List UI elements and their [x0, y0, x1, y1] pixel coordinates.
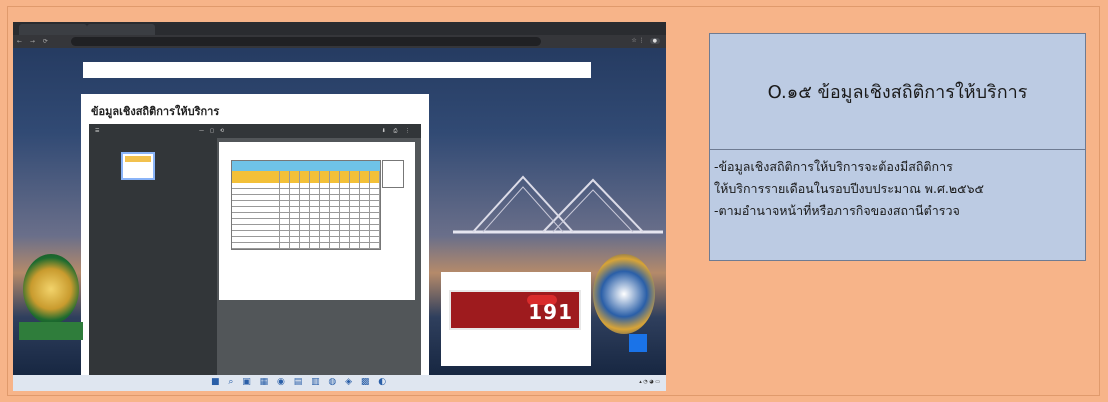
- info-box: O.๑๕ ข้อมูลเชิงสถิติการให้บริการ -ข้อมูล…: [709, 33, 1086, 261]
- site-search-input[interactable]: [83, 62, 591, 78]
- scroll-top-button[interactable]: [629, 334, 647, 352]
- content-card: ข้อมูลเชิงสถิติการให้บริการ ☰ — ▢ ⟲ ⬇ ⎙ …: [81, 94, 429, 391]
- pdf-page: [219, 142, 415, 300]
- system-tray[interactable]: ▴ ◔ ◕ ▭: [639, 379, 660, 385]
- page-thumbnail[interactable]: [121, 152, 155, 180]
- browser-tab[interactable]: [87, 24, 155, 35]
- statistics-table: [231, 160, 382, 250]
- bridge-illustration: [453, 175, 663, 234]
- thumbnail-pane: [89, 138, 217, 391]
- zoom-controls[interactable]: — ▢ ⟲: [199, 124, 226, 138]
- download-print-icons[interactable]: ⬇ ⎙ ⋮: [382, 124, 413, 138]
- hotline-banner-card[interactable]: 191: [441, 272, 591, 366]
- profile-button[interactable]: ●: [649, 38, 660, 44]
- pdf-viewer: ☰ — ▢ ⟲ ⬇ ⎙ ⋮: [89, 124, 421, 391]
- police-emblem-left: [23, 254, 79, 324]
- pdf-toolbar: ☰ — ▢ ⟲ ⬇ ⎙ ⋮: [89, 124, 421, 138]
- emblem-ribbon: [19, 322, 83, 340]
- side-table: [382, 160, 404, 188]
- hotline-banner[interactable]: 191: [449, 290, 581, 330]
- info-line: -ข้อมูลเชิงสถิติการให้บริการจะต้องมีสถิต…: [714, 159, 953, 174]
- browser-tab[interactable]: [19, 24, 87, 35]
- toolbar-icons[interactable]: ☆ ⋮ ●: [631, 37, 660, 44]
- police-emblem-right: [593, 254, 655, 334]
- info-box-body: -ข้อมูลเชิงสถิติการให้บริการจะต้องมีสถิต…: [714, 156, 1076, 222]
- info-line: -ตามอำนาจหน้าที่หรือภารกิจของสถานีตำรวจ: [714, 203, 960, 218]
- info-box-title: O.๑๕ ข้อมูลเชิงสถิติการให้บริการ: [710, 34, 1085, 150]
- hotline-number: 191: [528, 300, 573, 324]
- windows-taskbar: ■ ⌕ ▣ ▦ ◉ ▤ ▥ ◍ ◈ ▩ ◐ ▴ ◔ ◕ ▭: [13, 375, 666, 391]
- page-title: ข้อมูลเชิงสถิติการให้บริการ: [91, 105, 220, 118]
- browser-toolbar: ← → ⟳ ☆ ⋮ ●: [13, 35, 666, 48]
- browser-tab-bar: [13, 22, 666, 35]
- taskbar-app-icons[interactable]: ■ ⌕ ▣ ▦ ◉ ▤ ▥ ◍ ◈ ▩ ◐: [211, 377, 389, 387]
- info-line: ให้บริการรายเดือนในรอบปีงบประมาณ พ.ศ.๒๕๖…: [714, 181, 984, 196]
- address-bar[interactable]: [71, 37, 541, 46]
- menu-icon[interactable]: ☰: [95, 124, 99, 138]
- navigation-icons[interactable]: ← → ⟳: [17, 38, 51, 45]
- website-screenshot: ← → ⟳ ☆ ⋮ ● ข้อมูลเชิงสถิติการให้บริการ …: [13, 22, 666, 391]
